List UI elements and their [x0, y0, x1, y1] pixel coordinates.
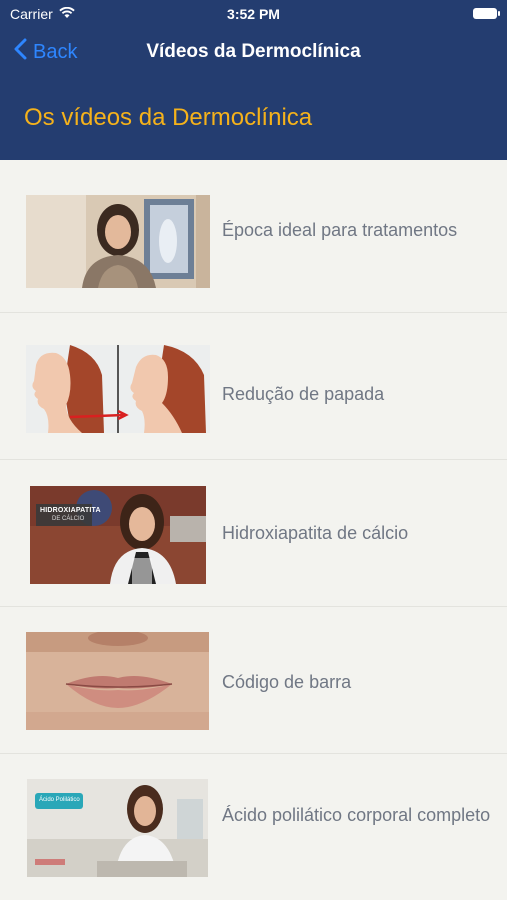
thumbnail-overlay-text: Ácido Polilático — [39, 797, 80, 803]
section-header: Os vídeos da Dermoclínica — [0, 78, 507, 160]
status-bar: Carrier 3:52 PM — [0, 0, 507, 28]
video-row-acido-polilatico[interactable]: Ácido Polilático Ácido polilático corpor… — [0, 754, 507, 900]
video-row-epoca-ideal[interactable]: Época ideal para tratamentos — [0, 160, 507, 310]
woman-speaking-thumbnail — [26, 195, 210, 288]
doctor-clinic-thumbnail: HIDROXIAPATITA DE CÁLCIO — [30, 486, 206, 584]
lips-closeup-thumbnail — [26, 632, 209, 730]
status-time: 3:52 PM — [227, 6, 280, 22]
video-row-reducao-papada[interactable]: Redução de papada — [0, 313, 507, 459]
video-title: Época ideal para tratamentos — [222, 220, 458, 240]
video-title: Ácido polilático corporal completo — [222, 805, 491, 825]
thumbnail-overlay-text-1: HIDROXIAPATITA — [40, 507, 101, 514]
video-row-codigo-barra[interactable]: Código de barra — [0, 607, 507, 753]
video-row-hidroxiapatita[interactable]: HIDROXIAPATITA DE CÁLCIO Hidroxiapatita … — [0, 460, 507, 606]
video-title: Código de barra — [222, 672, 352, 692]
battery-icon — [473, 8, 500, 19]
navigation-bar: Back Vídeos da Dermoclínica — [0, 28, 507, 78]
chin-profile-comparison-thumbnail — [26, 345, 210, 433]
page-title: Vídeos da Dermoclínica — [146, 41, 361, 62]
thumbnail-overlay-text-2: DE CÁLCIO — [52, 516, 85, 522]
section-title: Os vídeos da Dermoclínica — [24, 104, 313, 131]
video-title: Redução de papada — [222, 384, 385, 404]
doctor-seated-thumbnail: Ácido Polilático — [27, 779, 208, 877]
video-title: Hidroxiapatita de cálcio — [222, 523, 409, 543]
